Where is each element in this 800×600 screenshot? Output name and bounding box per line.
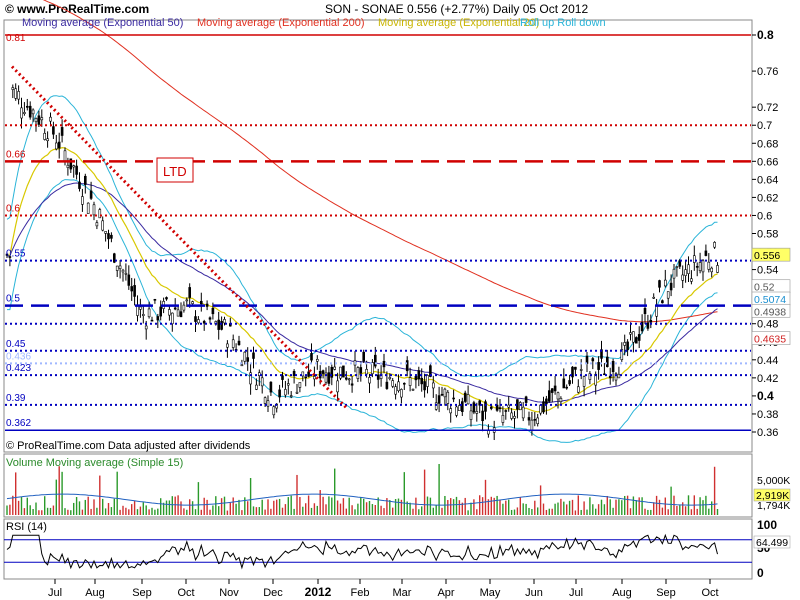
- time-tick-label: Feb: [351, 587, 370, 599]
- level-label: 0.66: [6, 149, 26, 160]
- level-label: 0.39: [6, 393, 26, 404]
- candle: [339, 366, 342, 381]
- time-tick-label: Jul: [48, 587, 62, 599]
- price-tick-label: 0.8: [757, 28, 774, 42]
- price-tag: 0.5074: [751, 291, 791, 306]
- price-tick-label: 0.64: [757, 174, 778, 186]
- level-label: 0.362: [6, 418, 31, 429]
- volume-panel-title: Volume Moving average (Simple 15): [6, 457, 183, 469]
- rsi-value-text: 64.499: [756, 537, 788, 549]
- time-tick-label: May: [480, 587, 501, 599]
- time-tick-label: Aug: [612, 587, 632, 599]
- price-tick-label: 0.54: [757, 265, 778, 277]
- price-axis: 0.8 0.76 0.72 0.7 0.68 0.66 0.64 0.62 0.6 0.58 0.5…: [752, 28, 778, 439]
- time-tick-label: Nov: [219, 587, 239, 599]
- price-tick-label: 0.48: [757, 319, 778, 331]
- level-label: 0.81: [6, 33, 26, 44]
- candle: [455, 405, 458, 418]
- level-label: 0.423: [6, 363, 31, 374]
- price-tick-label: 0.7: [757, 120, 772, 132]
- level-label: 0.436: [6, 351, 31, 362]
- volume-tick-label: 5,000K: [757, 475, 790, 487]
- legend-item-ema200: Moving average (Exponential 200): [197, 17, 365, 29]
- price-tick-label: 0.4: [757, 389, 774, 403]
- time-tick-label: Sep: [656, 587, 676, 599]
- rsi-tick-label: 100: [757, 518, 777, 532]
- time-tick-label: Aug: [85, 587, 105, 599]
- rsi-tick-label: 0: [757, 566, 764, 580]
- price-tick-label: 0.38: [757, 409, 778, 421]
- svg-text:0.556: 0.556: [754, 250, 780, 262]
- price-tag: 0.4938: [751, 303, 791, 318]
- ltd-label: LTD: [163, 164, 187, 179]
- chart-title: SON - SONAE 0.556 (+2.77%) Daily 05 Oct …: [325, 2, 588, 16]
- rsi-panel[interactable]: [3, 518, 753, 580]
- rsi-axis: 10050064.499: [753, 518, 791, 580]
- time-tick-label: Oct: [177, 587, 194, 599]
- level-label: 0.55: [6, 249, 26, 260]
- time-tick-label: Jun: [525, 587, 543, 599]
- price-tick-label: 0.36: [757, 427, 778, 439]
- level-label: 0.45: [6, 339, 26, 350]
- site-credit: © www.ProRealTime.com: [5, 2, 149, 16]
- price-tag: 0.52: [751, 279, 791, 294]
- price-tag: 0.556: [751, 247, 791, 262]
- candle: [634, 336, 638, 344]
- price-tick-label: 0.66: [757, 156, 778, 168]
- time-tick-label: Oct: [701, 587, 718, 599]
- price-tick-label: 0.62: [757, 192, 778, 204]
- price-tick-label: 0.76: [757, 66, 778, 78]
- legend-item-ema50: Moving average (Exponential 50): [22, 17, 183, 29]
- volume-value-text: 2,919K: [756, 490, 789, 502]
- price-tick-label: 0.72: [757, 102, 778, 114]
- ltd-annotation: LTD: [156, 157, 194, 183]
- candle: [86, 202, 90, 214]
- legend-item-rollup-rolldown: Roll up Roll down: [520, 17, 606, 29]
- time-tick-label: Apr: [437, 587, 454, 599]
- time-tick-label: Jul: [569, 587, 583, 599]
- time-tick-label: Sep: [132, 587, 152, 599]
- price-tick-label: 0.42: [757, 373, 778, 385]
- price-tick-label: 0.6: [757, 210, 772, 222]
- level-label: 0.6: [6, 203, 20, 214]
- price-tag: 0.4635: [751, 331, 791, 346]
- legend-item-ema20: Moving average (Exponential 20): [378, 17, 539, 29]
- svg-text:0.4938: 0.4938: [754, 306, 786, 318]
- time-tick-label: Dec: [263, 587, 283, 599]
- price-tick-label: 0.44: [757, 355, 778, 367]
- time-tick-label: 2012: [305, 585, 332, 599]
- level-label: 0.5: [6, 294, 20, 305]
- time-axis: Jul Aug Sep Oct Nov Dec 2012 Feb Mar Apr May Jun Jul…: [48, 579, 719, 599]
- candle: [472, 400, 476, 415]
- chart-canvas: © www.ProRealTime.com SON - SONAE 0.556 …: [0, 0, 800, 599]
- rsi-panel-title: RSI (14): [6, 521, 47, 533]
- legend: Moving average (Exponential 50) Moving a…: [22, 17, 606, 29]
- price-tags: 0.556 0.520.50740.4938 0.4635: [751, 247, 791, 346]
- svg-text:0.4635: 0.4635: [754, 334, 786, 346]
- volume-axis: 5,000K2,919K1,794K2,919K: [753, 475, 790, 512]
- price-tick-label: 0.58: [757, 229, 778, 241]
- candle: [342, 365, 345, 378]
- time-tick-label: Mar: [393, 587, 412, 599]
- footer-note: © ProRealTime.com Data adjusted after di…: [6, 440, 251, 452]
- price-tick-label: 0.68: [757, 138, 778, 150]
